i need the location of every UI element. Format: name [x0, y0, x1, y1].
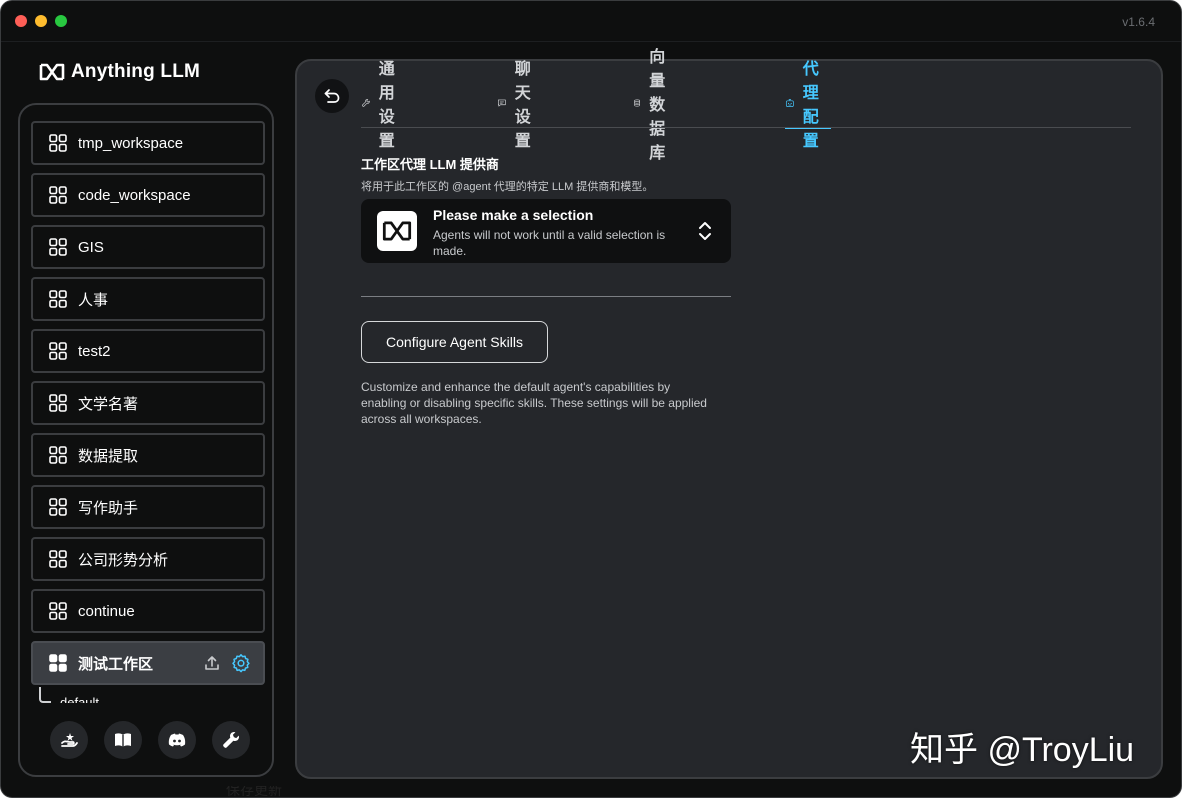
- workspace-item[interactable]: 人事: [31, 277, 265, 321]
- tab-label: 向量数据库: [649, 49, 666, 162]
- anythingllm-logo-icon: [39, 63, 65, 81]
- title-divider: [1, 41, 1181, 42]
- workspace-item[interactable]: 写作助手: [31, 485, 265, 529]
- app-logo: Anything LLM: [39, 61, 200, 83]
- workspace-item[interactable]: test2: [31, 329, 265, 373]
- workspace-grid-icon: [49, 134, 67, 152]
- workspace-label: 写作助手: [78, 499, 139, 517]
- tab-chat-settings[interactable]: 聊天设置: [497, 61, 543, 150]
- community-hub-button[interactable]: [50, 721, 88, 759]
- tab-label: 代理配置: [802, 61, 819, 150]
- tab-label: 聊天设置: [514, 61, 531, 150]
- back-button[interactable]: [315, 79, 349, 113]
- agent-provider-select[interactable]: Please make a selection Agents will not …: [361, 199, 731, 263]
- version-label: v1.6.4: [1122, 15, 1155, 29]
- workspace-label: tmp_workspace: [78, 134, 184, 152]
- workspace-label: 公司形势分析: [78, 551, 169, 569]
- discord-button[interactable]: [158, 721, 196, 759]
- provider-logo: [377, 211, 417, 251]
- workspace-label: GIS: [78, 238, 104, 256]
- tab-label: 通用设置: [378, 61, 395, 150]
- workspace-item[interactable]: 测试工作区: [31, 641, 265, 685]
- settings-wrench-icon: [223, 732, 239, 748]
- thread-default[interactable]: default: [60, 695, 99, 703]
- tab-vector-database[interactable]: 向量数据库: [633, 49, 679, 162]
- community-hub-icon: [61, 733, 78, 747]
- discord-icon: [168, 733, 186, 747]
- workspace-grid-icon: [49, 342, 67, 360]
- tab-general-settings[interactable]: 通用设置: [361, 61, 407, 150]
- workspace-grid-icon: [49, 602, 67, 620]
- workspace-sidebar: tmp_workspace code_workspace GIS 人事 test2 文学名…: [18, 103, 274, 777]
- workspace-grid-icon: [49, 290, 67, 308]
- close-window-button[interactable]: [15, 15, 27, 27]
- workspace-label: 人事: [78, 291, 109, 309]
- workspace-actions: [203, 653, 251, 673]
- wrench-icon: [362, 99, 370, 107]
- workspace-item[interactable]: 公司形势分析: [31, 537, 265, 581]
- workspace-item[interactable]: tmp_workspace: [31, 121, 265, 165]
- workspace-grid-icon: [49, 654, 67, 672]
- agent-provider-description: 将用于此工作区的 @agent 代理的特定 LLM 提供商和模型。: [361, 181, 654, 193]
- provider-subtitle: Agents will not work until a valid selec…: [433, 228, 666, 258]
- agent-skills-description: Customize and enhance the default agent'…: [361, 380, 707, 426]
- workspace-label: code_workspace: [78, 186, 191, 204]
- tabs-divider: [361, 127, 1131, 128]
- workspace-item[interactable]: code_workspace: [31, 173, 265, 217]
- workspace-grid-icon: [49, 550, 67, 568]
- workspace-grid-icon: [49, 446, 67, 464]
- docs-book-icon: [115, 733, 131, 747]
- thread-connector: [39, 687, 51, 703]
- workspace-grid-icon: [49, 186, 67, 204]
- workspace-label: continue: [78, 602, 135, 620]
- database-icon: [634, 99, 640, 107]
- sidebar-footer: [50, 721, 250, 759]
- back-arrow-icon: [324, 89, 340, 103]
- workspace-grid-icon: [49, 394, 67, 412]
- docs-button[interactable]: [104, 721, 142, 759]
- agent-provider-title: 工作区代理 LLM 提供商: [361, 157, 499, 172]
- workspace-label: 测试工作区: [78, 655, 154, 673]
- chevron-up-down-icon: [699, 222, 711, 240]
- workspace-grid-icon: [49, 238, 67, 256]
- configure-agent-skills-button[interactable]: Configure Agent Skills: [361, 321, 548, 363]
- workspace-item[interactable]: GIS: [31, 225, 265, 269]
- settings-button[interactable]: [212, 721, 250, 759]
- upload-icon[interactable]: [203, 654, 221, 672]
- provider-title: Please make a selection: [433, 207, 594, 223]
- workspace-label: 文学名著: [78, 395, 139, 413]
- workspace-item[interactable]: 文学名著: [31, 381, 265, 425]
- logo-text: Anything LLM: [71, 61, 201, 82]
- anythingllm-logo-icon: [382, 221, 412, 241]
- tab-agent-config[interactable]: 代理配置: [785, 61, 832, 150]
- zhihu-watermark: 知乎 @TroyLiu: [910, 731, 1135, 769]
- gear-icon[interactable]: [231, 653, 251, 673]
- minimize-window-button[interactable]: [35, 15, 47, 27]
- app-window: v1.6.4 Anything LLM tmp_workspace code_wo…: [0, 0, 1182, 798]
- workspace-label: test2: [78, 342, 111, 360]
- settings-panel: 通用设置 聊天设置 向量数据库 代理配置 工作区代理 LLM 提供商 将用于此工…: [295, 49, 1163, 779]
- workspace-item[interactable]: continue: [31, 589, 265, 633]
- workspace-item[interactable]: 数据提取: [31, 433, 265, 477]
- robot-icon: [785, 99, 794, 107]
- workspace-label: 数据提取: [78, 447, 139, 465]
- bottom-text-fragment: 保存更新: [226, 786, 282, 798]
- section-divider: [361, 296, 731, 297]
- zoom-window-button[interactable]: [55, 15, 67, 27]
- chat-icon: [497, 99, 506, 107]
- title-bar: v1.6.4: [1, 1, 1181, 41]
- workspace-grid-icon: [49, 498, 67, 516]
